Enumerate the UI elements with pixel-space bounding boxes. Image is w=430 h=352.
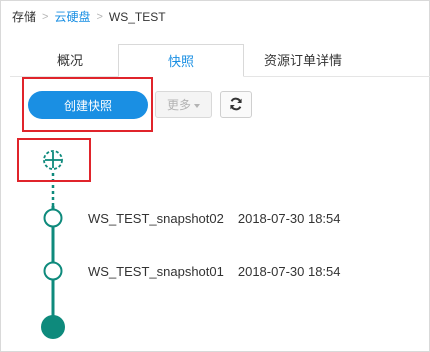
snapshot-name: WS_TEST_snapshot02: [88, 211, 224, 226]
timeline-current-node: [41, 315, 65, 339]
snapshot-date: 2018-07-30 18:54: [237, 264, 341, 279]
add-snapshot-icon[interactable]: [42, 149, 64, 171]
tab-snapshot[interactable]: 快照: [118, 44, 244, 77]
snapshot-date: 2018-07-30 18:54: [237, 211, 341, 226]
timeline-node[interactable]: [43, 208, 63, 228]
timeline-node[interactable]: [43, 261, 63, 281]
snapshot-row[interactable]: WS_TEST_snapshot01 2018-07-30 18:54: [88, 264, 341, 280]
snapshot-row[interactable]: WS_TEST_snapshot02 2018-07-30 18:54: [88, 211, 341, 227]
snapshot-name: WS_TEST_snapshot01: [88, 264, 224, 279]
